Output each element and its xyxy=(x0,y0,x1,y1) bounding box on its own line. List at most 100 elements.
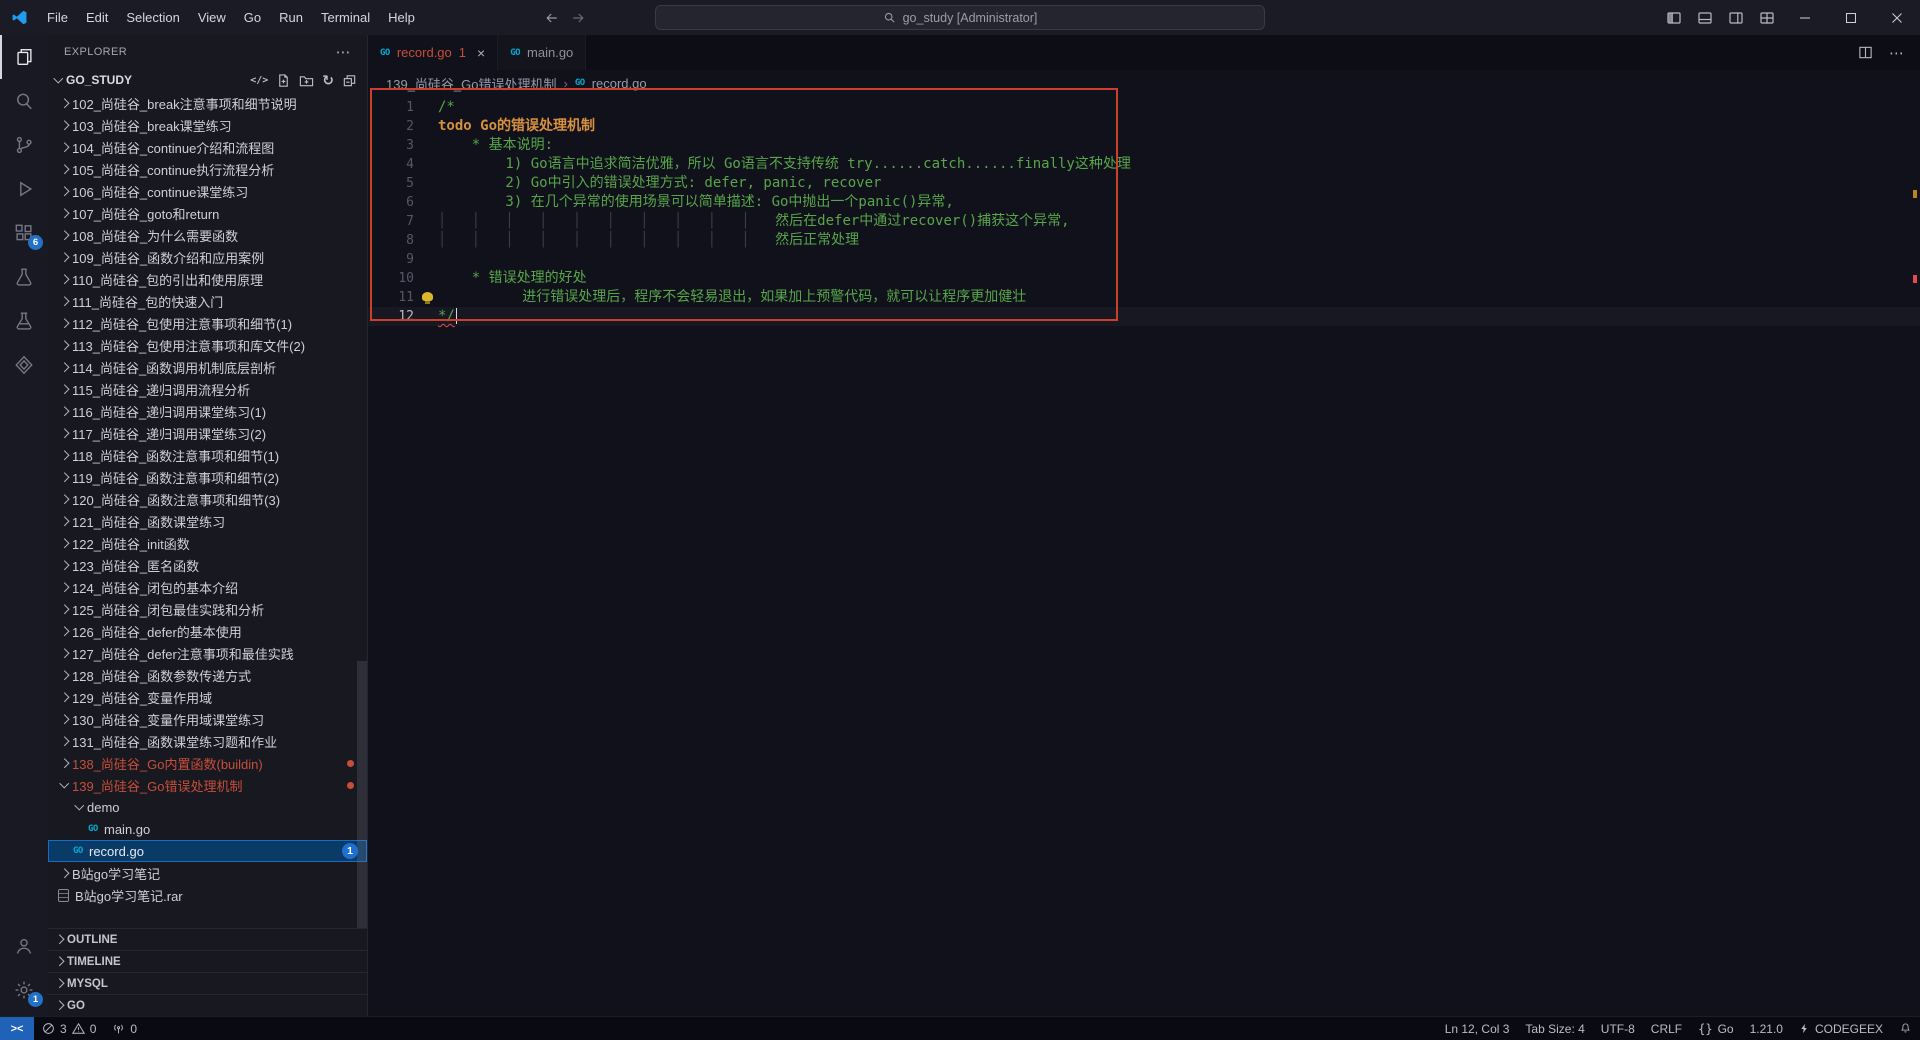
code-line[interactable]: 8 │ │ │ │ │ │ │ │ │ │ 然后正常处理 xyxy=(368,231,1920,250)
code-editor[interactable]: 1/* 2 todo Go的错误处理机制 3 * 基本说明: 4 1) Go语言中追求简… xyxy=(368,96,1920,1016)
tree-file[interactable]: GO record.go 1 xyxy=(48,840,367,862)
toggle-secondary-sidebar-icon[interactable] xyxy=(1720,0,1751,35)
code-line[interactable]: 10 * 错误处理的好处 xyxy=(368,269,1920,288)
testing-icon[interactable] xyxy=(0,255,48,299)
tree-folder[interactable]: 120_尚硅谷_函数注意事项和细节(3) xyxy=(48,488,367,510)
section-header[interactable]: GO_STUDY </> ↻ xyxy=(48,68,367,92)
tab-main.go[interactable]: GO main.go xyxy=(498,35,587,70)
menu-help[interactable]: Help xyxy=(379,0,424,35)
tree-folder[interactable]: 109_尚硅谷_函数介绍和应用案例 xyxy=(48,246,367,268)
tree-folder[interactable]: 116_尚硅谷_递归调用课堂练习(1) xyxy=(48,400,367,422)
code-line[interactable]: 9 xyxy=(368,250,1920,269)
toggle-sidebar-icon[interactable] xyxy=(1658,0,1689,35)
back-arrow-icon[interactable] xyxy=(544,10,560,26)
code-line[interactable]: 6 3) 在几个异常的使用场景可以简单描述: Go中抛出一个panic()异常, xyxy=(368,193,1920,212)
remote-indicator[interactable]: >< xyxy=(0,1017,34,1040)
breadcrumb[interactable]: 139_尚硅谷_Go错误处理机制 › GO record.go xyxy=(368,70,1920,96)
tree-folder[interactable]: 103_尚硅谷_break课堂练习 xyxy=(48,114,367,136)
breadcrumb-folder[interactable]: 139_尚硅谷_Go错误处理机制 xyxy=(386,74,557,93)
breadcrumb-file[interactable]: record.go xyxy=(592,76,647,91)
code-line[interactable]: 11 进行错误处理后，程序不会轻易退出，如果加上预警代码，就可以让程序更加健壮 xyxy=(368,288,1920,307)
menu-go[interactable]: Go xyxy=(235,0,270,35)
command-center-search[interactable]: go_study [Administrator] xyxy=(655,5,1265,30)
editor-more-icon[interactable]: ⋯ xyxy=(1889,44,1904,62)
code-line[interactable]: 5 2) Go中引入的错误处理方式: defer, panic, recover xyxy=(368,174,1920,193)
tree-folder[interactable]: 122_尚硅谷_init函数 xyxy=(48,532,367,554)
tree-file[interactable]: B站go学习笔记.rar xyxy=(48,884,367,906)
tree-folder[interactable]: 127_尚硅谷_defer注意事项和最佳实践 xyxy=(48,642,367,664)
panel-go[interactable]: GO xyxy=(48,994,367,1016)
tree-folder[interactable]: 102_尚硅谷_break注意事项和细节说明 xyxy=(48,92,367,114)
tree-folder[interactable]: 118_尚硅谷_函数注意事项和细节(1) xyxy=(48,444,367,466)
refresh-icon[interactable]: ↻ xyxy=(322,72,334,89)
tree-folder[interactable]: 124_尚硅谷_闭包的基本介绍 xyxy=(48,576,367,598)
menu-selection[interactable]: Selection xyxy=(117,0,188,35)
cursor-position[interactable]: Ln 12, Col 3 xyxy=(1437,1017,1518,1040)
tree-folder[interactable]: 128_尚硅谷_函数参数传递方式 xyxy=(48,664,367,686)
tree-folder[interactable]: 105_尚硅谷_continue执行流程分析 xyxy=(48,158,367,180)
code-line[interactable]: 4 1) Go语言中追求简洁优雅，所以 Go语言不支持传统 try......c… xyxy=(368,155,1920,174)
code-line[interactable]: 7 │ │ │ │ │ │ │ │ │ │ 然后在defer中通过recover(… xyxy=(368,212,1920,231)
sidebar-scrollbar[interactable] xyxy=(357,661,367,929)
toggle-panel-icon[interactable] xyxy=(1689,0,1720,35)
minimize-button[interactable] xyxy=(1782,0,1828,35)
tree-folder[interactable]: 138_尚硅谷_Go内置函数(buildin) xyxy=(48,752,367,774)
tree-folder[interactable]: 111_尚硅谷_包的快速入门 xyxy=(48,290,367,312)
menu-edit[interactable]: Edit xyxy=(77,0,117,35)
encoding[interactable]: UTF-8 xyxy=(1593,1017,1643,1040)
tree-folder[interactable]: 115_尚硅谷_递归调用流程分析 xyxy=(48,378,367,400)
tree-folder[interactable]: 114_尚硅谷_函数调用机制底层剖析 xyxy=(48,356,367,378)
collapse-all-icon[interactable] xyxy=(342,73,357,88)
close-icon[interactable]: × xyxy=(477,45,485,61)
tree-folder[interactable]: 106_尚硅谷_continue课堂练习 xyxy=(48,180,367,202)
flask-extension-icon[interactable] xyxy=(0,299,48,343)
account-icon[interactable] xyxy=(0,924,48,968)
menu-run[interactable]: Run xyxy=(270,0,312,35)
tree-folder[interactable]: 108_尚硅谷_为什么需要函数 xyxy=(48,224,367,246)
tab-record.go[interactable]: GO record.go 1 × xyxy=(368,35,499,70)
go-version[interactable]: 1.21.0 xyxy=(1742,1017,1791,1040)
problems-status[interactable]: 3 0 xyxy=(34,1017,104,1040)
tree-folder[interactable]: 113_尚硅谷_包使用注意事项和库文件(2) xyxy=(48,334,367,356)
tree-folder[interactable]: 123_尚硅谷_匿名函数 xyxy=(48,554,367,576)
panel-outline[interactable]: OUTLINE xyxy=(48,928,367,950)
run-debug-icon[interactable] xyxy=(0,167,48,211)
split-editor-icon[interactable] xyxy=(1858,45,1873,60)
language-mode[interactable]: {} Go xyxy=(1690,1017,1741,1040)
code-line[interactable]: 2 todo Go的错误处理机制 xyxy=(368,117,1920,136)
new-folder-icon[interactable] xyxy=(299,73,314,88)
code-icon[interactable]: </> xyxy=(250,75,268,86)
search-view-icon[interactable] xyxy=(0,79,48,123)
tree-folder[interactable]: 131_尚硅谷_函数课堂练习题和作业 xyxy=(48,730,367,752)
tree-folder[interactable]: 125_尚硅谷_闭包最佳实践和分析 xyxy=(48,598,367,620)
tree-folder[interactable]: 112_尚硅谷_包使用注意事项和细节(1) xyxy=(48,312,367,334)
menu-file[interactable]: File xyxy=(38,0,77,35)
tree-folder[interactable]: 121_尚硅谷_函数课堂练习 xyxy=(48,510,367,532)
panel-mysql[interactable]: MYSQL xyxy=(48,972,367,994)
tree-folder[interactable]: demo xyxy=(48,796,367,818)
tree-folder[interactable]: 129_尚硅谷_变量作用域 xyxy=(48,686,367,708)
tree-folder[interactable]: 130_尚硅谷_变量作用域课堂练习 xyxy=(48,708,367,730)
menu-terminal[interactable]: Terminal xyxy=(312,0,379,35)
codegeex-status[interactable]: CODEGEEX xyxy=(1791,1017,1891,1040)
tree-file[interactable]: GO main.go xyxy=(48,818,367,840)
code-line[interactable]: 12 */ xyxy=(368,307,1920,326)
indentation[interactable]: Tab Size: 4 xyxy=(1517,1017,1592,1040)
menu-view[interactable]: View xyxy=(189,0,235,35)
settings-gear-icon[interactable]: 1 xyxy=(0,968,48,1012)
notifications-bell-icon[interactable] xyxy=(1891,1017,1920,1040)
tree-folder[interactable]: 139_尚硅谷_Go错误处理机制 xyxy=(48,774,367,796)
code-line[interactable]: 1 /* xyxy=(368,98,1920,117)
tree-folder[interactable]: 104_尚硅谷_continue介绍和流程图 xyxy=(48,136,367,158)
extensions-icon[interactable]: 6 xyxy=(0,211,48,255)
tree-folder[interactable]: B站go学习笔记 xyxy=(48,862,367,884)
panel-timeline[interactable]: TIMELINE xyxy=(48,950,367,972)
source-control-icon[interactable] xyxy=(0,123,48,167)
new-file-icon[interactable] xyxy=(276,73,291,88)
tree-folder[interactable]: 117_尚硅谷_递归调用课堂练习(2) xyxy=(48,422,367,444)
close-button[interactable] xyxy=(1874,0,1920,35)
codegeex-view-icon[interactable] xyxy=(0,343,48,387)
tree-folder[interactable]: 119_尚硅谷_函数注意事项和细节(2) xyxy=(48,466,367,488)
tree-folder[interactable]: 107_尚硅谷_goto和return xyxy=(48,202,367,224)
code-line[interactable]: 3 * 基本说明: xyxy=(368,136,1920,155)
